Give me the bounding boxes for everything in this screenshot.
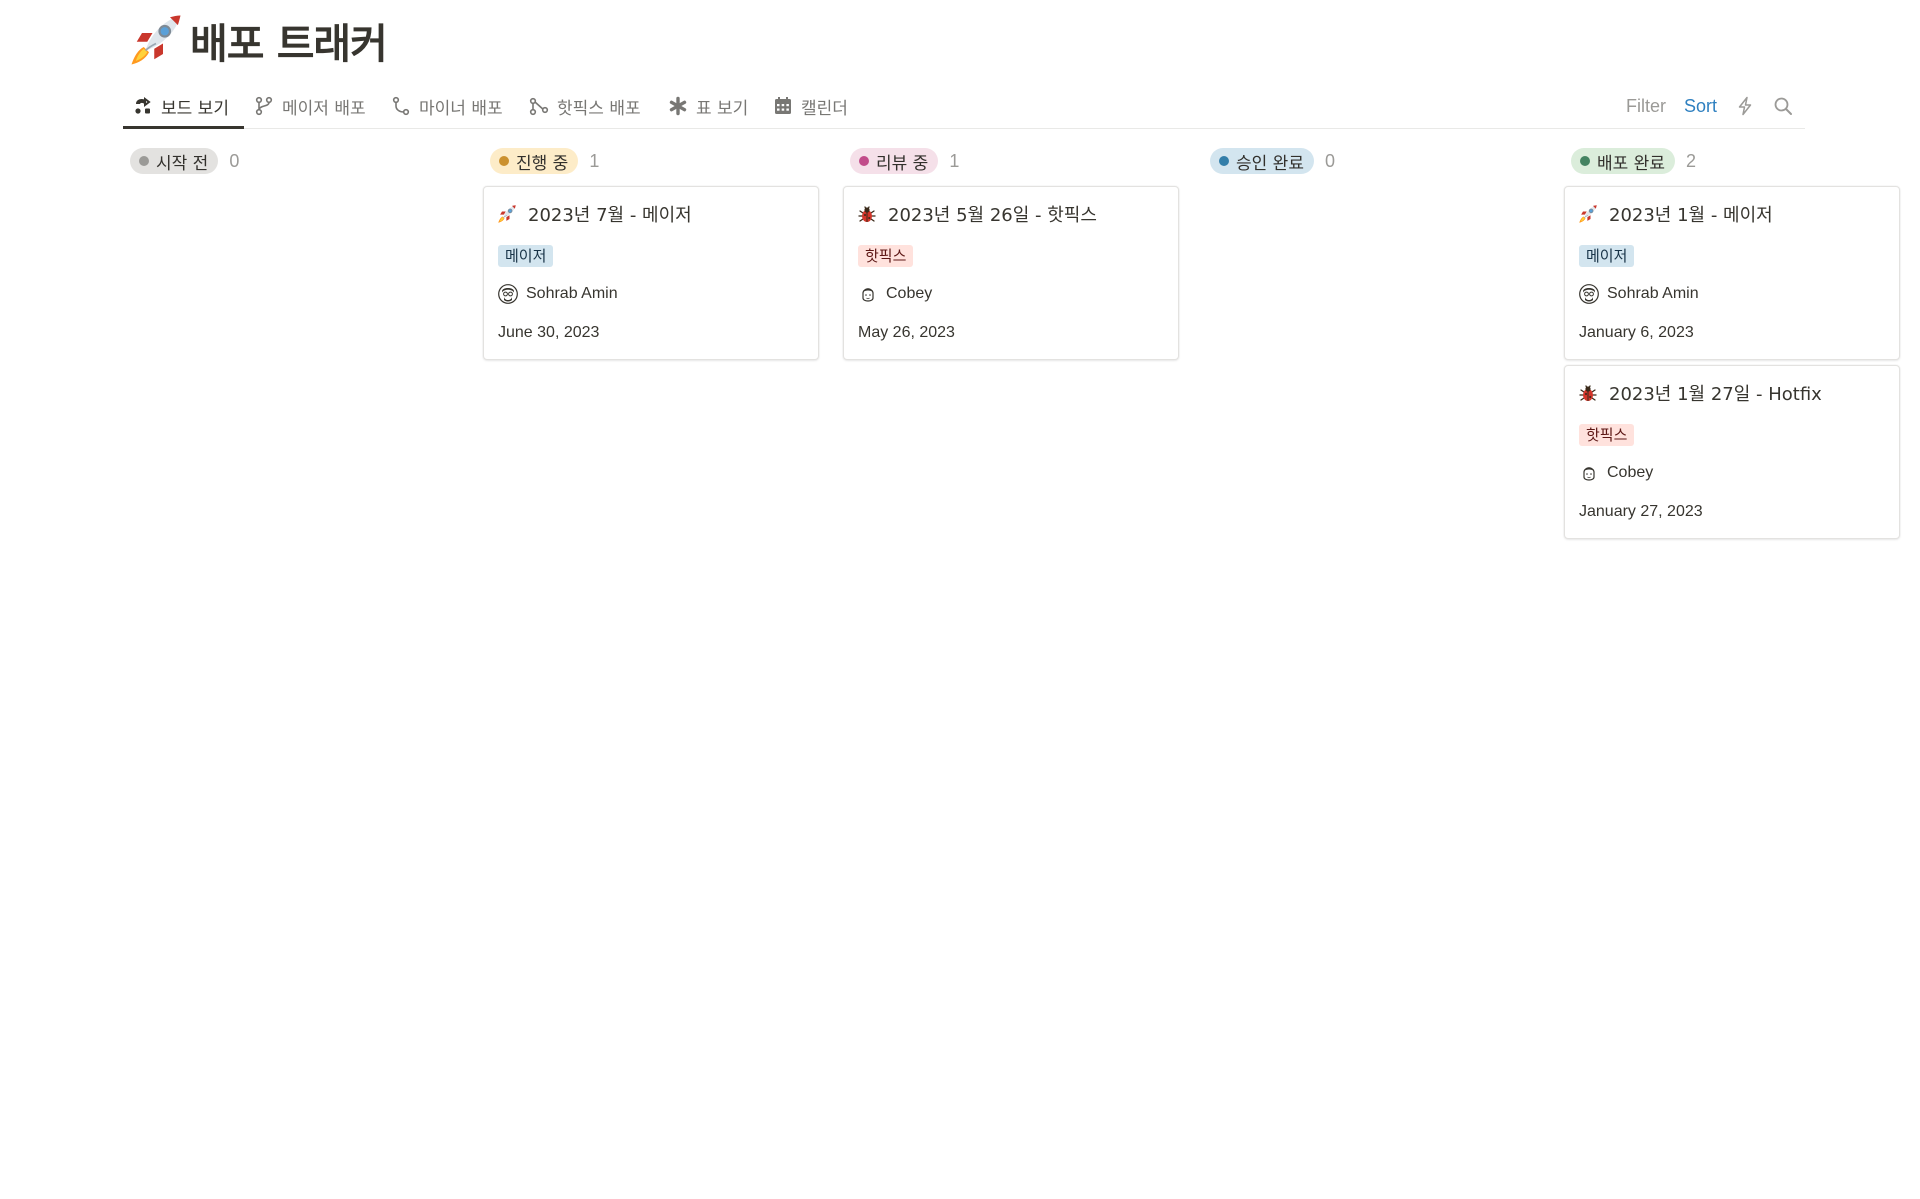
filter-button[interactable]: Filter [1626, 96, 1666, 117]
board-column-in-review: 리뷰 중 1 2023년 5월 26일 - 핫픽스 핫픽스 Cobey May … [843, 146, 1179, 360]
card-title: 2023년 1월 27일 - Hotfix [1609, 384, 1822, 405]
asterisk-icon [669, 96, 687, 116]
assignee-name: Cobey [1607, 464, 1654, 481]
tab-calendar[interactable]: 캘린더 [763, 84, 861, 128]
page: 배포 트래커 보드 보기 메이저 배포 마이너 배포 핫픽스 배포 표 보기 캘… [0, 0, 1920, 1199]
card-date: January 6, 2023 [1579, 324, 1694, 341]
tab-minor-release[interactable]: 마이너 배포 [381, 84, 519, 128]
release-card[interactable]: 2023년 1월 27일 - Hotfix 핫픽스 Cobey January … [1564, 365, 1900, 539]
status-badge[interactable]: 리뷰 중 [850, 148, 939, 174]
status-dot [859, 156, 869, 166]
card-title-row: 2023년 7월 - 메이저 [497, 201, 692, 227]
tab-hotfix-release[interactable]: 핫픽스 배포 [519, 84, 658, 128]
status-label: 배포 완료 [1597, 153, 1665, 174]
card-title: 2023년 5월 26일 - 핫픽스 [888, 205, 1097, 226]
git-merge-icon [529, 97, 549, 116]
release-card[interactable]: 2023년 7월 - 메이저 메이저 Sohrab Amin June 30, … [483, 186, 819, 360]
release-type-tag: 핫픽스 [1579, 424, 1635, 446]
tab-major-release[interactable]: 메이저 배포 [244, 84, 381, 128]
column-header: 배포 완료 2 [1564, 146, 1900, 176]
board-column-deployed: 배포 완료 2 2023년 1월 - 메이저 메이저 Sohrab Amin J… [1564, 146, 1900, 539]
tab-label: 핫픽스 배포 [557, 98, 641, 119]
tab-label: 캘린더 [801, 98, 848, 119]
column-count: 2 [1685, 150, 1696, 171]
tab-label: 마이너 배포 [419, 98, 503, 119]
release-type-tag: 메이저 [498, 245, 554, 267]
status-dot [1580, 156, 1590, 166]
status-badge[interactable]: 시작 전 [130, 148, 219, 174]
bug-icon [857, 204, 877, 224]
lightning-icon[interactable] [1735, 96, 1755, 116]
view-tabs-bar: 보드 보기 메이저 배포 마이너 배포 핫픽스 배포 표 보기 캘린더 Filt… [123, 84, 1805, 129]
status-dot [1219, 156, 1229, 166]
status-label: 시작 전 [156, 153, 209, 174]
avatar [1579, 463, 1599, 483]
assignee-name: Sohrab Amin [526, 285, 618, 302]
column-header: 승인 완료 0 [1203, 146, 1539, 176]
card-date: January 27, 2023 [1579, 503, 1703, 520]
board-column-in-progress: 진행 중 1 2023년 7월 - 메이저 메이저 Sohrab Amin Ju… [483, 146, 819, 360]
card-title: 2023년 1월 - 메이저 [1609, 205, 1773, 226]
card-assignee: Cobey [1579, 463, 1653, 483]
git-commit-icon [392, 96, 410, 116]
card-date: May 26, 2023 [858, 324, 955, 341]
view-toolbar: Filter Sort [1626, 84, 1805, 128]
card-date: June 30, 2023 [498, 324, 600, 341]
column-header: 리뷰 중 1 [843, 146, 1179, 176]
release-type-tag: 메이저 [1579, 245, 1635, 267]
board-column-not-started: 시작 전 0 [123, 146, 459, 176]
assignee-name: Sohrab Amin [1607, 285, 1699, 302]
column-header: 진행 중 1 [483, 146, 819, 176]
status-label: 승인 완료 [1236, 153, 1304, 174]
status-dot [499, 156, 509, 166]
release-card[interactable]: 2023년 1월 - 메이저 메이저 Sohrab Amin January 6… [1564, 186, 1900, 360]
card-title-row: 2023년 1월 27일 - Hotfix [1578, 380, 1822, 406]
column-count: 0 [1324, 150, 1335, 171]
column-header: 시작 전 0 [123, 146, 459, 176]
release-type-tag: 핫픽스 [858, 245, 914, 267]
calendar-icon [775, 97, 791, 114]
board-view-icon [135, 97, 151, 114]
sort-button[interactable]: Sort [1684, 96, 1717, 117]
avatar [858, 284, 878, 304]
tab-board-view[interactable]: 보드 보기 [123, 84, 244, 129]
rocket-icon [1578, 204, 1598, 224]
card-title-row: 2023년 1월 - 메이저 [1578, 201, 1773, 227]
bug-icon [1578, 383, 1598, 403]
tab-label: 표 보기 [696, 98, 749, 119]
card-title: 2023년 7월 - 메이저 [528, 205, 692, 226]
avatar [1579, 284, 1599, 304]
rocket-icon[interactable] [128, 12, 184, 68]
board-column-approved: 승인 완료 0 [1203, 146, 1539, 176]
tab-label: 보드 보기 [161, 98, 229, 119]
status-badge[interactable]: 배포 완료 [1571, 148, 1675, 174]
card-title-row: 2023년 5월 26일 - 핫픽스 [857, 201, 1097, 227]
column-count: 1 [949, 150, 960, 171]
tab-table-view[interactable]: 표 보기 [658, 84, 763, 128]
assignee-name: Cobey [886, 285, 933, 302]
page-title: 배포 트래커 [190, 20, 388, 68]
card-assignee: Cobey [858, 284, 932, 304]
avatar [498, 284, 518, 304]
status-badge[interactable]: 진행 중 [490, 148, 579, 174]
status-label: 진행 중 [516, 153, 569, 174]
status-dot [139, 156, 149, 166]
git-branch-icon [255, 96, 273, 116]
card-assignee: Sohrab Amin [1579, 284, 1699, 304]
status-label: 리뷰 중 [876, 153, 929, 174]
page-header: 배포 트래커 [128, 10, 388, 70]
view-tabs: 보드 보기 메이저 배포 마이너 배포 핫픽스 배포 표 보기 캘린더 [123, 84, 861, 129]
status-badge[interactable]: 승인 완료 [1210, 148, 1314, 174]
column-count: 1 [589, 150, 600, 171]
search-icon[interactable] [1773, 96, 1793, 116]
card-assignee: Sohrab Amin [498, 284, 618, 304]
rocket-icon [497, 204, 517, 224]
release-card[interactable]: 2023년 5월 26일 - 핫픽스 핫픽스 Cobey May 26, 202… [843, 186, 1179, 360]
column-count: 0 [229, 150, 240, 171]
tab-label: 메이저 배포 [282, 98, 366, 119]
